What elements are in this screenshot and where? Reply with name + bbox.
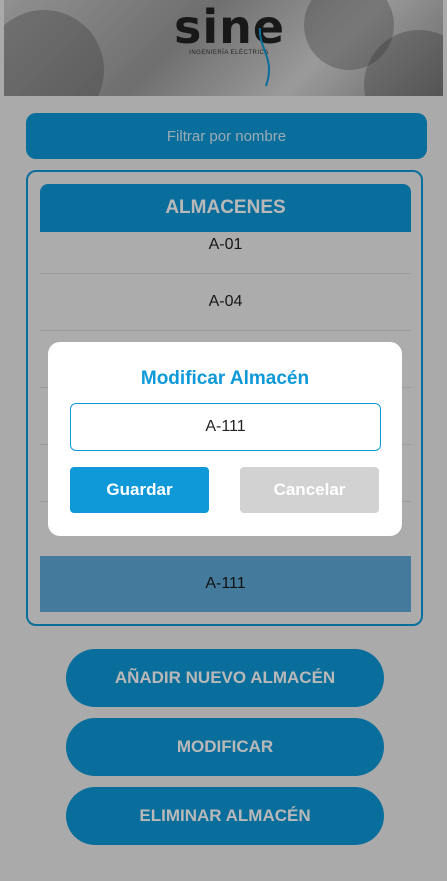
- cancel-button[interactable]: Cancelar: [240, 467, 379, 513]
- save-button[interactable]: Guardar: [70, 467, 209, 513]
- app-screen: sine INGENIERÍA ELÉCTRICA ALMACENES A-01…: [0, 0, 447, 881]
- modify-warehouse-dialog: Modificar Almacén A-111 Guardar Cancelar: [48, 342, 402, 536]
- dialog-title: Modificar Almacén: [140, 368, 310, 389]
- warehouse-name-input[interactable]: A-111: [70, 403, 381, 451]
